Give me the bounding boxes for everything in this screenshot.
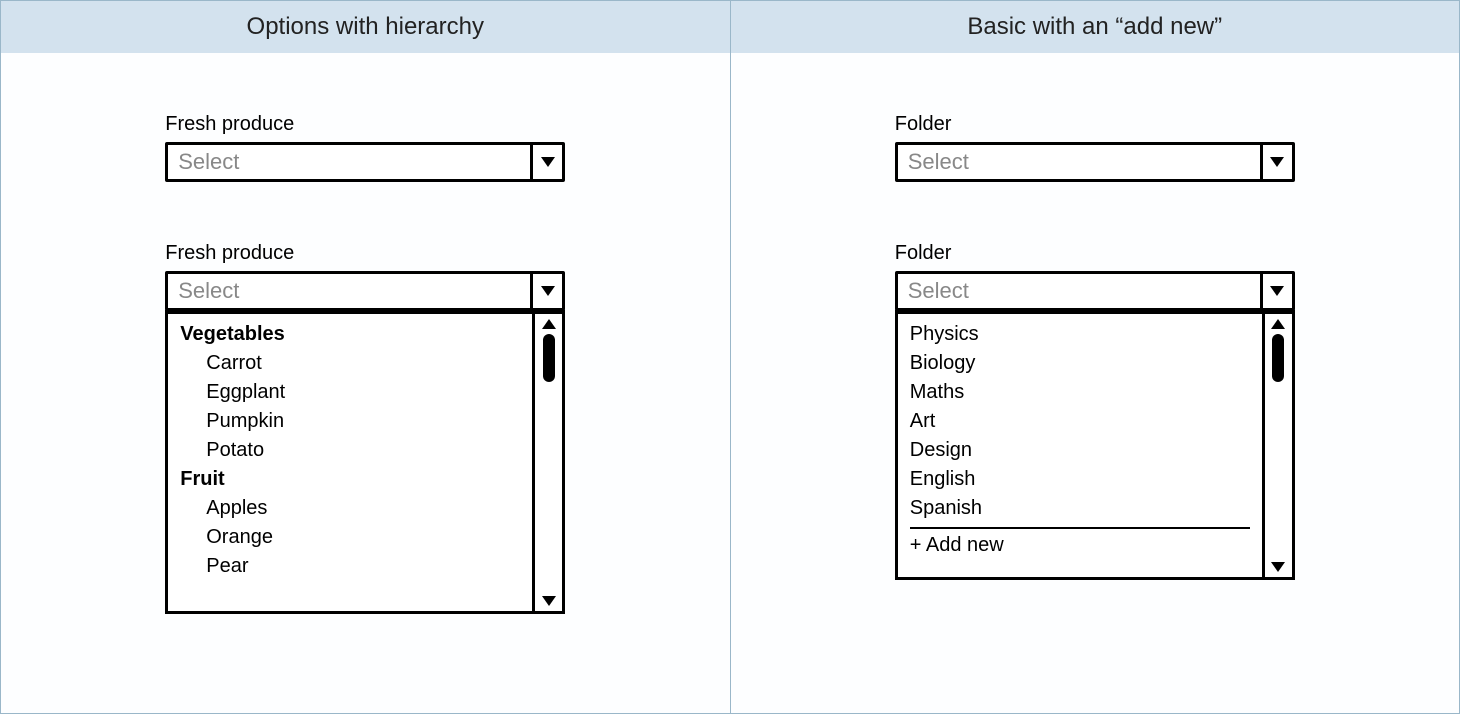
produce-select[interactable]: Select: [165, 142, 565, 182]
scroll-down-button[interactable]: [1265, 557, 1292, 577]
scroll-up-button[interactable]: [1265, 314, 1292, 334]
chevron-down-icon: [1271, 562, 1285, 572]
produce-field-open: Fresh produce Select Vegetables Carrot E…: [165, 242, 565, 614]
page-container: Options with hierarchy Basic with an “ad…: [0, 0, 1460, 714]
left-column: Fresh produce Select Fresh produce Selec…: [1, 53, 731, 713]
produce-option-list: Vegetables Carrot Eggplant Pumpkin Potat…: [168, 314, 532, 611]
folder-dropdown-button[interactable]: [1260, 145, 1292, 179]
option-item[interactable]: Potato: [180, 436, 520, 465]
option-item[interactable]: Biology: [910, 349, 1250, 378]
scrollbar[interactable]: [1262, 314, 1292, 577]
chevron-down-icon: [1270, 157, 1284, 167]
body-row: Fresh produce Select Fresh produce Selec…: [1, 53, 1459, 713]
folder-select-open[interactable]: Select: [895, 271, 1295, 311]
chevron-down-icon: [541, 286, 555, 296]
scroll-thumb[interactable]: [543, 334, 555, 382]
option-item[interactable]: English: [910, 465, 1250, 494]
option-item[interactable]: Orange: [180, 523, 520, 552]
folder-field-open: Folder Select Physics Biology Maths Art …: [895, 242, 1295, 580]
folder-option-list: Physics Biology Maths Art Design English…: [898, 314, 1262, 577]
option-item[interactable]: Spanish: [910, 494, 1250, 523]
header-right: Basic with an “add new”: [731, 1, 1460, 53]
produce-placeholder-open: Select: [168, 274, 530, 308]
produce-placeholder: Select: [168, 145, 530, 179]
option-group: Vegetables: [180, 320, 520, 349]
scroll-thumb[interactable]: [1272, 334, 1284, 382]
folder-dropdown-panel: Physics Biology Maths Art Design English…: [895, 310, 1295, 580]
folder-placeholder-open: Select: [898, 274, 1260, 308]
option-item[interactable]: Design: [910, 436, 1250, 465]
scroll-up-button[interactable]: [535, 314, 562, 334]
folder-select[interactable]: Select: [895, 142, 1295, 182]
option-group: Fruit: [180, 465, 520, 494]
scroll-track[interactable]: [535, 334, 562, 591]
option-item[interactable]: Apples: [180, 494, 520, 523]
option-item[interactable]: Art: [910, 407, 1250, 436]
option-item[interactable]: Maths: [910, 378, 1250, 407]
chevron-down-icon: [541, 157, 555, 167]
option-item[interactable]: Pear: [180, 552, 520, 581]
scroll-track[interactable]: [1265, 334, 1292, 557]
header-row: Options with hierarchy Basic with an “ad…: [1, 1, 1459, 53]
chevron-up-icon: [542, 319, 556, 329]
option-item[interactable]: Pumpkin: [180, 407, 520, 436]
folder-field-closed: Folder Select: [895, 113, 1295, 182]
folder-label-open: Folder: [895, 242, 1295, 265]
produce-select-open[interactable]: Select: [165, 271, 565, 311]
add-new-option[interactable]: + Add new: [910, 527, 1250, 560]
header-left: Options with hierarchy: [1, 1, 731, 53]
chevron-up-icon: [1271, 319, 1285, 329]
folder-dropdown-button-open[interactable]: [1260, 274, 1292, 308]
option-item[interactable]: Carrot: [180, 349, 520, 378]
produce-dropdown-panel: Vegetables Carrot Eggplant Pumpkin Potat…: [165, 310, 565, 614]
produce-field-closed: Fresh produce Select: [165, 113, 565, 182]
produce-label-open: Fresh produce: [165, 242, 565, 265]
right-column: Folder Select Folder Select: [731, 53, 1460, 713]
chevron-down-icon: [542, 596, 556, 606]
scrollbar[interactable]: [532, 314, 562, 611]
folder-placeholder: Select: [898, 145, 1260, 179]
option-item[interactable]: Physics: [910, 320, 1250, 349]
produce-dropdown-button[interactable]: [530, 145, 562, 179]
option-item[interactable]: Eggplant: [180, 378, 520, 407]
produce-label: Fresh produce: [165, 113, 565, 136]
folder-label: Folder: [895, 113, 1295, 136]
produce-dropdown-button-open[interactable]: [530, 274, 562, 308]
chevron-down-icon: [1270, 286, 1284, 296]
scroll-down-button[interactable]: [535, 591, 562, 611]
